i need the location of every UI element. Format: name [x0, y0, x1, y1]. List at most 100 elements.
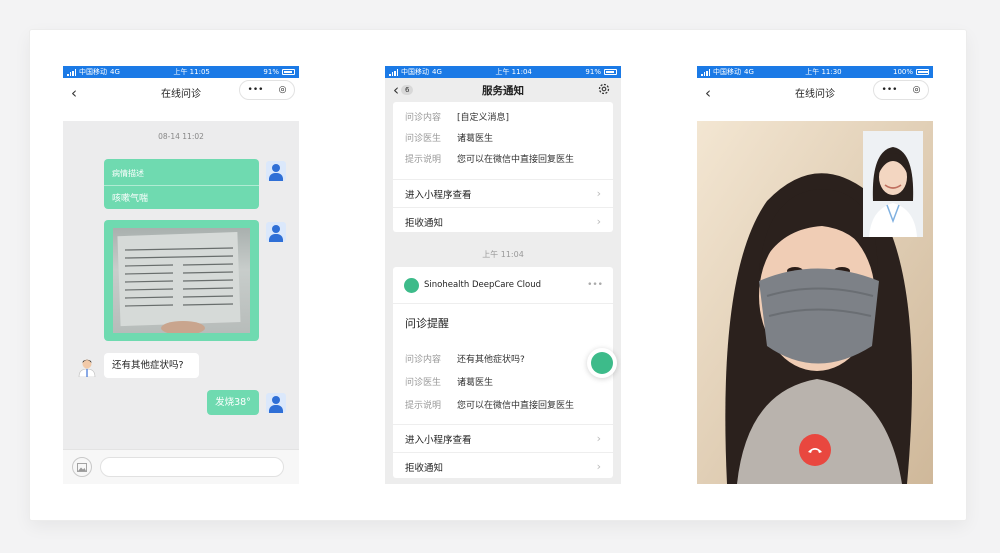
app-logo-icon — [591, 352, 613, 374]
battery-icon — [916, 69, 929, 75]
signal-icon — [67, 68, 76, 76]
page-title: 在线问诊 — [795, 88, 835, 100]
mini-program-capsule: ••• ◎ — [873, 80, 929, 100]
row-key: 问诊内容 — [405, 113, 442, 123]
status-time: 上午 11:05 — [173, 68, 210, 76]
battery-level: 100% — [892, 68, 913, 76]
card-row: 问诊内容 还有其他症状吗? — [393, 347, 613, 370]
row-value: 诸葛医生 — [457, 378, 494, 388]
chat-area: 08-14 11:02 病情描述 咳嗽气喘 还有其他症状吗? 发烧38° — [63, 121, 299, 449]
image-picker-icon[interactable] — [72, 457, 92, 477]
status-bar: 中国移动 4G 上午 11:30 100% — [697, 66, 933, 78]
phone-video-call: 中国移动 4G 上午 11:30 100% ‹ 在线问诊 ••• ◎ — [697, 66, 933, 484]
doctor-video-frame — [863, 131, 923, 237]
back-icon[interactable]: ‹ — [71, 84, 77, 102]
app-logo-icon — [404, 277, 419, 293]
doctor-message[interactable]: 还有其他症状吗? — [104, 353, 199, 378]
chevron-right-icon: › — [596, 460, 601, 473]
close-target-icon[interactable]: ◎ — [279, 85, 287, 95]
doctor-avatar-icon — [78, 359, 96, 378]
reject-notification-link[interactable]: 拒收通知 › — [393, 207, 613, 235]
back-icon: ‹ — [393, 81, 399, 99]
gear-glyph — [598, 83, 610, 95]
row-key: 问诊医生 — [405, 378, 442, 388]
more-icon[interactable]: ••• — [587, 280, 603, 290]
carrier: 中国移动 — [713, 68, 741, 76]
remote-video — [697, 121, 933, 484]
row-value: [自定义消息] — [457, 113, 510, 123]
card-title: 问诊提醒 — [405, 317, 449, 330]
row-key: 问诊医生 — [405, 134, 442, 144]
card-row: 提示说明 您可以在微信中直接回复医生 — [393, 148, 613, 169]
back-button[interactable]: ‹ 6 — [393, 81, 414, 99]
message-input[interactable] — [100, 457, 284, 477]
row-value: 还有其他症状吗? — [457, 355, 525, 365]
row-value: 您可以在微信中直接回复医生 — [457, 401, 575, 411]
network: 4G — [744, 68, 754, 76]
divider-time: 上午 11:04 — [482, 250, 524, 259]
user-avatar — [266, 393, 286, 413]
notification-card: 问诊内容 [自定义消息] 问诊医生 诸葛医生 提示说明 您可以在微信中直接回复医生 进… — [393, 102, 613, 232]
card-row: 问诊内容 [自定义消息] — [393, 106, 613, 127]
hangup-button[interactable] — [799, 434, 831, 466]
settings-gear-icon[interactable] — [597, 82, 611, 99]
notification-card: Sinohealth DeepCare Cloud ••• 问诊提醒 问诊内容 还… — [393, 267, 613, 478]
phone-hangup-icon — [808, 448, 822, 453]
reject-notification-link[interactable]: 拒收通知 › — [393, 452, 613, 480]
card-row: 提示说明 您可以在微信中直接回复医生 — [393, 393, 613, 416]
row-key: 问诊内容 — [405, 355, 442, 365]
user-avatar — [266, 161, 286, 181]
doctor-avatar — [77, 357, 97, 378]
page-title: 服务通知 — [482, 84, 524, 97]
floating-app-button[interactable] — [587, 348, 617, 378]
row-key: 提示说明 — [405, 401, 442, 411]
unread-badge: 6 — [401, 85, 414, 95]
signal-icon — [701, 68, 710, 76]
carrier: 中国移动 — [79, 68, 107, 76]
page-title: 在线问诊 — [161, 88, 201, 100]
battery-level: 91% — [263, 68, 279, 76]
mini-program-capsule: ••• ◎ — [239, 80, 295, 100]
symptom-card-body: 咳嗽气喘 — [112, 194, 149, 204]
more-icon[interactable]: ••• — [882, 85, 898, 95]
network: 4G — [110, 68, 120, 76]
card-header: Sinohealth DeepCare Cloud ••• — [393, 267, 613, 304]
row-value: 诸葛医生 — [457, 134, 494, 144]
close-target-icon[interactable]: ◎ — [913, 85, 921, 95]
lab-report-lines — [117, 232, 241, 333]
status-bar: 中国移动 4G 上午 11:05 91% — [63, 66, 299, 78]
carrier: 中国移动 — [401, 68, 429, 76]
link-label: 拒收通知 — [405, 217, 444, 229]
status-time: 上午 11:04 — [495, 68, 532, 76]
battery-icon — [281, 69, 295, 75]
app-name: Sinohealth DeepCare Cloud — [424, 280, 542, 290]
picture-glyph — [77, 462, 87, 472]
reply-message[interactable]: 发烧38° — [207, 390, 259, 415]
image-message[interactable] — [104, 220, 259, 341]
battery-level: 91% — [585, 68, 601, 76]
phone-chat: 中国移动 4G 上午 11:05 91% ‹ 在线问诊 ••• ◎ 08-14 … — [63, 66, 299, 484]
phone-notifications: 中国移动 4G 上午 11:04 91% ‹ 6 服务通知 问诊内容 [自定义消息… — [385, 66, 621, 484]
link-label: 拒收通知 — [405, 462, 444, 474]
link-label: 进入小程序查看 — [405, 434, 472, 446]
doctor-video-pip[interactable] — [863, 131, 923, 237]
chevron-right-icon: › — [596, 187, 601, 200]
input-bar — [63, 449, 299, 484]
open-mini-program-link[interactable]: 进入小程序查看 › — [393, 424, 613, 452]
back-icon[interactable]: ‹ — [705, 84, 711, 102]
row-key: 提示说明 — [405, 155, 442, 165]
symptom-card[interactable]: 病情描述 咳嗽气喘 — [104, 159, 259, 209]
symptom-card-title: 病情描述 — [104, 159, 259, 186]
more-icon[interactable]: ••• — [248, 85, 264, 95]
status-bar: 中国移动 4G 上午 11:04 91% — [385, 66, 621, 78]
lab-report-photo[interactable] — [113, 228, 250, 333]
card-row: 问诊医生 诸葛医生 — [393, 127, 613, 148]
row-value: 您可以在微信中直接回复医生 — [457, 155, 575, 165]
link-label: 进入小程序查看 — [405, 189, 472, 201]
chevron-right-icon: › — [596, 215, 601, 228]
signal-icon — [389, 68, 398, 76]
battery-icon — [603, 69, 617, 75]
chevron-right-icon: › — [596, 432, 601, 445]
open-mini-program-link[interactable]: 进入小程序查看 › — [393, 179, 613, 207]
card-row: 问诊医生 诸葛医生 — [393, 370, 613, 393]
